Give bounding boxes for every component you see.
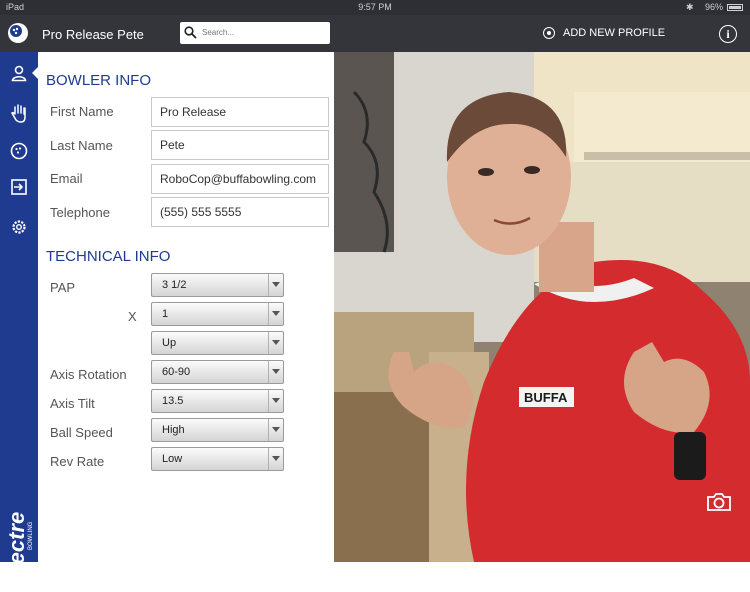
spectre-bowling-logo: spectre BOWLING xyxy=(4,512,34,590)
battery-percent: 96% xyxy=(705,2,724,12)
email-label: Email xyxy=(50,171,83,186)
rev-rate-label: Rev Rate xyxy=(50,454,105,469)
sidebar-item-ball[interactable] xyxy=(0,136,38,166)
telephone-label: Telephone xyxy=(50,205,110,220)
technical-info-heading: TECHNICAL INFO xyxy=(46,248,171,265)
sidebar-item-hand[interactable] xyxy=(0,98,38,128)
clock: 9:57 PM xyxy=(358,2,392,12)
add-new-profile-label: ADD NEW PROFILE xyxy=(563,27,666,39)
info-button[interactable]: i xyxy=(719,25,737,43)
ball-speed-select[interactable]: High xyxy=(151,418,284,442)
photo-illustration: BUFFA xyxy=(334,52,750,562)
axis-rotation-select[interactable]: 60-90 xyxy=(151,360,284,384)
pap-label: PAP xyxy=(50,280,76,295)
sidebar-item-settings[interactable] xyxy=(0,212,38,242)
pap-direction-value: Up xyxy=(162,337,177,349)
dropdown-arrow-icon xyxy=(268,303,283,325)
gear-icon xyxy=(12,220,26,234)
dropdown-arrow-icon xyxy=(268,361,283,383)
rev-rate-value: Low xyxy=(162,453,183,465)
battery-icon xyxy=(727,4,743,11)
pap-value: 3 1/2 xyxy=(162,279,187,291)
dropdown-arrow-icon xyxy=(268,419,283,441)
sidebar-item-bowler-info[interactable] xyxy=(0,58,38,88)
change-photo-button[interactable] xyxy=(706,492,732,517)
svg-text:BOWLING: BOWLING xyxy=(28,521,34,550)
export-icon xyxy=(11,179,27,195)
pap-x-select[interactable]: 1 xyxy=(151,302,284,326)
email-field[interactable]: RoboCop@buffabowling.com xyxy=(151,164,329,194)
profile-form: BOWLER INFO First Name Pro Release Last … xyxy=(38,52,334,562)
first-name-label: First Name xyxy=(50,104,114,119)
add-circle-icon xyxy=(543,27,555,39)
person-icon xyxy=(11,65,27,82)
telephone-field[interactable]: (555) 555 5555 xyxy=(151,197,329,227)
shirt-text: BUFFA xyxy=(524,390,568,405)
search-icon xyxy=(184,26,197,39)
rev-rate-select[interactable]: Low xyxy=(151,447,284,471)
last-name-field[interactable]: Pete xyxy=(151,130,329,160)
first-name-field[interactable]: Pro Release xyxy=(151,97,329,127)
last-name-label: Last Name xyxy=(50,138,113,153)
search-input[interactable] xyxy=(202,25,322,40)
dropdown-arrow-icon xyxy=(268,390,283,412)
add-new-profile-button[interactable]: ADD NEW PROFILE xyxy=(543,25,665,41)
svg-text:spectre: spectre xyxy=(4,512,29,590)
status-bar: iPad 9:57 PM ✱ 96% xyxy=(0,0,750,15)
dropdown-arrow-icon xyxy=(268,448,283,470)
top-bar: Pro Release Pete ADD NEW PROFILE i xyxy=(0,15,750,52)
profile-photo[interactable]: BUFFA xyxy=(334,52,750,562)
profile-title: Pro Release Pete xyxy=(42,27,144,42)
search-box[interactable] xyxy=(180,22,330,44)
dropdown-arrow-icon xyxy=(268,274,283,296)
ball-speed-value: High xyxy=(162,424,185,436)
app-logo-button[interactable] xyxy=(4,19,32,47)
dropdown-arrow-icon xyxy=(268,332,283,354)
axis-rotation-label: Axis Rotation xyxy=(50,367,127,382)
axis-tilt-label: Axis Tilt xyxy=(50,396,95,411)
bowling-ball-logo-icon xyxy=(8,23,28,43)
camera-icon xyxy=(707,493,731,511)
pap-direction-select[interactable]: Up xyxy=(151,331,284,355)
pap-x-value: 1 xyxy=(162,308,169,320)
pap-select[interactable]: 3 1/2 xyxy=(151,273,284,297)
x-label: X xyxy=(128,309,137,324)
ball-speed-label: Ball Speed xyxy=(50,425,113,440)
bowler-info-heading: BOWLER INFO xyxy=(46,72,152,89)
sidebar: spectre BOWLING xyxy=(0,52,38,590)
bowling-ball-icon xyxy=(10,142,28,160)
bluetooth-icon: ✱ xyxy=(686,2,694,12)
axis-tilt-select[interactable]: 13.5 xyxy=(151,389,284,413)
hand-icon xyxy=(11,104,26,123)
axis-rotation-value: 60-90 xyxy=(162,366,191,378)
sidebar-item-export[interactable] xyxy=(0,172,38,202)
axis-tilt-value: 13.5 xyxy=(162,395,184,407)
